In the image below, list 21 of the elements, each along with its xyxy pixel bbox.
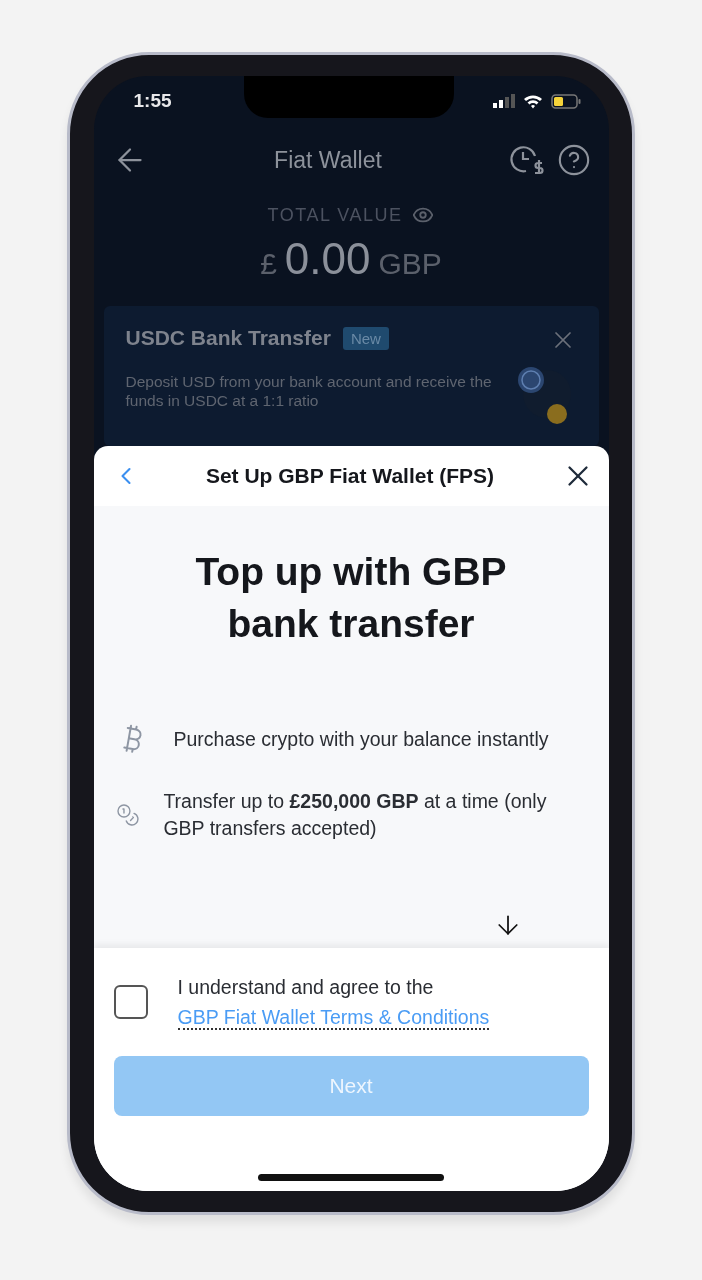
banner-text: Deposit USD from your bank account and receive the funds in USDC at a 1:1 ratio [125,372,493,410]
feature-text: Transfer up to £250,000 GBP at a time (only GBP transfers accepted) [163,789,548,841]
total-value-label: TOTAL VALUE [267,204,403,226]
wifi-icon [522,93,543,109]
agreement-text: I understand and agree to the GBP Fiat Wallet Terms & Conditions [177,975,491,1032]
sheet-heading: Top up with GBP bank transfer [194,549,508,647]
promo-banner[interactable]: USDC Bank Transfer New Deposit USD from your bank account and receive the funds in USDC at a 1:1 ratio [103,306,599,446]
total-amount: 0.00 [284,234,371,284]
new-badge: New [342,326,389,350]
terms-link[interactable]: GBP Fiat Wallet Terms & Conditions [177,1006,490,1030]
status-time: 1:55 [133,90,172,113]
feature-text: Purchase crypto with your balance instantly [173,726,549,752]
screen-title: Fiat Wallet [273,146,383,174]
agree-checkbox[interactable] [113,985,148,1019]
signal-icon [492,94,515,109]
help-icon[interactable] [556,143,591,178]
battery-icon [550,93,581,109]
banner-title: USDC Bank Transfer [125,326,331,350]
currency-code: GBP [378,247,442,281]
currency-symbol: £ [260,247,277,281]
sheet-title: Set Up GBP Fiat Wallet (FPS) [204,464,496,488]
